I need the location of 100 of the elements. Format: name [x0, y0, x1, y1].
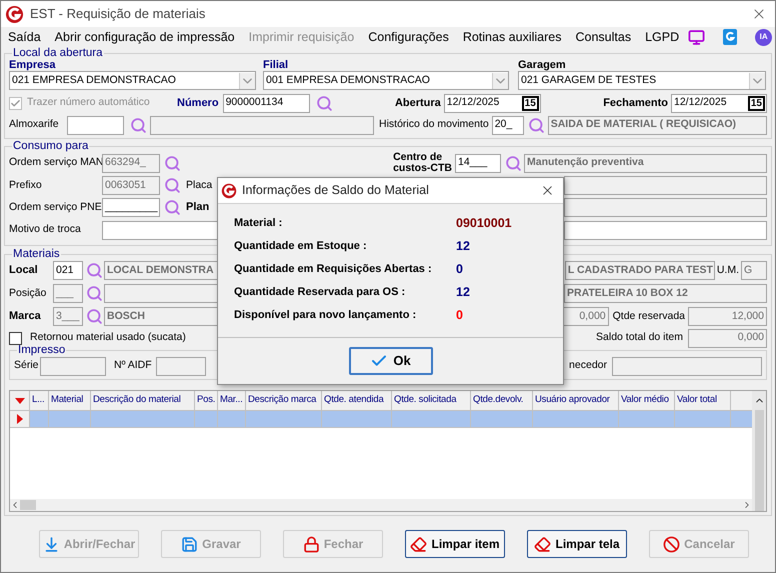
- group-title: Consumo para: [12, 141, 90, 152]
- info-label: Disponível para novo lançamento :: [234, 308, 418, 323]
- input-field[interactable]: L CADASTRADO PARA TEST: [564, 261, 715, 280]
- action-button[interactable]: Limpar item: [405, 530, 505, 558]
- input-field[interactable]: SAIDA DE MATERIAL ( REQUISICAO): [548, 116, 767, 134]
- save-icon: [181, 536, 198, 552]
- window-title: EST - Requisição de materiais: [30, 5, 206, 24]
- ia-badge[interactable]: IA: [755, 28, 772, 46]
- input-field[interactable]: 20_: [492, 116, 524, 134]
- field-label: Filial: [263, 59, 290, 71]
- column-header[interactable]: Qtde. atendida: [322, 391, 392, 410]
- horizontal-scrollbar[interactable]: [10, 499, 752, 511]
- input-field[interactable]: 3___: [53, 307, 83, 326]
- field-label: Número: [177, 96, 219, 111]
- sort-arrow-icon[interactable]: [14, 398, 24, 404]
- group-title: Materiais: [12, 249, 61, 260]
- vertical-scrollbar[interactable]: [752, 391, 766, 511]
- field-label: Histórico do movimento: [379, 117, 489, 132]
- book-icon[interactable]: [723, 29, 738, 45]
- search-icon[interactable]: [86, 262, 103, 279]
- dropdown[interactable]: 001 EMPRESA DEMONSTRACAO: [263, 71, 509, 90]
- input-field[interactable]: [67, 116, 124, 134]
- ban-icon: [663, 536, 680, 552]
- input-field[interactable]: _________: [102, 198, 160, 217]
- ok-button[interactable]: Ok: [348, 347, 432, 375]
- input-field[interactable]: [40, 356, 106, 376]
- input-field[interactable]: [564, 176, 767, 195]
- column-header[interactable]: Valor total: [675, 391, 731, 410]
- search-icon[interactable]: [164, 199, 181, 216]
- field-label: Saldo total do item: [596, 330, 683, 346]
- field-label: custos-CTB: [393, 163, 452, 174]
- input-field[interactable]: [156, 356, 206, 376]
- dropdown[interactable]: 021 GARAGEM DE TESTES: [518, 71, 766, 90]
- input-field[interactable]: 9000001134: [222, 94, 310, 112]
- info-label: Quantidade em Requisições Abertas :: [234, 262, 433, 277]
- menu-item[interactable]: Consultas: [576, 28, 632, 46]
- search-icon[interactable]: [316, 94, 333, 112]
- input-field[interactable]: [612, 356, 762, 376]
- input-field[interactable]: 12,000: [688, 307, 767, 326]
- info-value: 0: [456, 306, 463, 324]
- info-label: Quantidade em Estoque :: [234, 238, 368, 254]
- input-field[interactable]: 0,000: [688, 328, 767, 348]
- column-header[interactable]: Material: [49, 391, 91, 410]
- input-field[interactable]: PRATELEIRA 10 BOX 12: [564, 284, 767, 303]
- column-header[interactable]: Descrição do material: [91, 391, 195, 410]
- input-field[interactable]: ___: [53, 284, 83, 303]
- menu-item[interactable]: Configurações: [368, 28, 449, 46]
- input-field[interactable]: 021: [53, 261, 83, 280]
- input-field[interactable]: 0063051: [102, 176, 160, 195]
- search-icon[interactable]: [130, 116, 147, 134]
- input-field[interactable]: 0,000: [562, 307, 609, 326]
- input-field[interactable]: G: [741, 261, 767, 280]
- menu-item[interactable]: LGPD: [645, 28, 680, 46]
- search-icon[interactable]: [164, 154, 181, 172]
- checkbox[interactable]: [9, 332, 22, 344]
- menu-item[interactable]: Saída: [8, 28, 41, 46]
- input-field[interactable]: [564, 220, 767, 240]
- row-pointer-icon: [16, 414, 22, 424]
- menu-item[interactable]: Abrir configuração de impressão: [54, 28, 235, 46]
- table-row[interactable]: [10, 411, 752, 428]
- eraser-icon: [410, 536, 428, 552]
- calendar-button[interactable]: 15: [522, 96, 539, 110]
- column-header[interactable]: Pos.: [195, 391, 218, 410]
- column-header[interactable]: Usuário aprovador: [533, 391, 619, 410]
- column-header[interactable]: Descrição marca: [246, 391, 322, 410]
- field-label: Placa: [186, 178, 212, 193]
- input-field[interactable]: 663294_: [102, 154, 160, 172]
- info-value: 09010001: [456, 214, 512, 232]
- info-value: 12: [456, 284, 470, 301]
- field-label: necedor: [569, 358, 607, 374]
- group-title: Local da abertura: [12, 48, 104, 59]
- input-field[interactable]: Manutenção preventiva: [524, 154, 767, 172]
- checkbox-label: Trazer número automático: [27, 95, 150, 110]
- search-icon[interactable]: [86, 308, 103, 325]
- date-field[interactable]: 12/12/2025 15: [670, 94, 767, 112]
- menu-item[interactable]: Rotinas auxiliares: [462, 28, 562, 46]
- search-icon[interactable]: [86, 285, 103, 302]
- dropdown[interactable]: 021 EMPRESA DEMONSTRACAO: [9, 71, 256, 90]
- search-icon[interactable]: [505, 154, 522, 172]
- column-header[interactable]: Valor médio: [619, 391, 675, 410]
- info-value: 12: [456, 238, 470, 255]
- date-field[interactable]: 12/12/2025 15: [444, 94, 541, 112]
- info-label: Quantidade Reservada para OS :: [234, 284, 406, 300]
- input-field[interactable]: [150, 116, 374, 134]
- column-header[interactable]: L...: [30, 391, 49, 410]
- input-field[interactable]: 14___: [455, 154, 501, 172]
- search-icon[interactable]: [164, 177, 181, 194]
- column-header[interactable]: Qtde.devolv.: [471, 391, 533, 410]
- scroll-thumb[interactable]: [20, 500, 36, 510]
- field-label: Abertura: [394, 96, 441, 111]
- input-field[interactable]: [564, 198, 767, 217]
- column-header[interactable]: Mar...: [218, 391, 246, 410]
- logo-icon: [5, 4, 24, 24]
- field-label: Local: [9, 263, 39, 278]
- monitor-icon[interactable]: [688, 28, 706, 46]
- calendar-button[interactable]: 15: [748, 96, 765, 110]
- action-button[interactable]: Limpar tela: [527, 530, 627, 558]
- search-icon[interactable]: [528, 116, 545, 134]
- column-header[interactable]: Qtde. solicitada: [392, 391, 471, 410]
- field-label: Nº AIDF: [114, 358, 152, 374]
